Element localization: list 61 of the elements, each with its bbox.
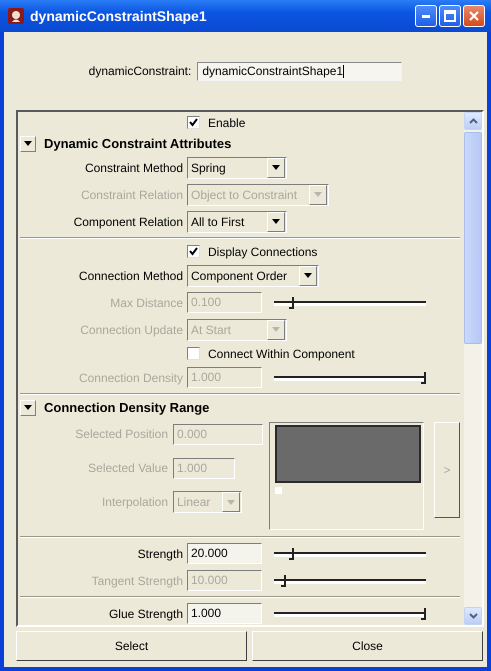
slider[interactable] bbox=[274, 546, 426, 560]
checkbox-label: Connect Within Component bbox=[208, 346, 355, 360]
caret-down-icon bbox=[272, 327, 280, 332]
field-label: Component Relation bbox=[72, 214, 183, 228]
field-label: Connection Method bbox=[78, 268, 183, 282]
checkbox[interactable] bbox=[187, 116, 200, 129]
slider-thumb[interactable] bbox=[288, 548, 294, 560]
caret-down-icon bbox=[24, 140, 32, 146]
close-icon bbox=[468, 10, 480, 22]
number-field[interactable]: 20.000 bbox=[187, 543, 262, 564]
minimize-button[interactable] bbox=[415, 5, 437, 27]
minimize-icon bbox=[422, 14, 430, 18]
slider[interactable] bbox=[274, 370, 426, 384]
select-button[interactable]: Select bbox=[16, 631, 247, 661]
maximize-button[interactable] bbox=[439, 5, 461, 27]
collapse-toggle[interactable] bbox=[20, 136, 36, 152]
ramp-editor[interactable] bbox=[269, 422, 424, 530]
expand-ramp-button[interactable]: > bbox=[434, 422, 460, 518]
field-label: Interpolation bbox=[100, 495, 168, 509]
section-title: Connection Density Range bbox=[44, 400, 210, 415]
caret-down-icon bbox=[304, 273, 312, 278]
close-button[interactable] bbox=[463, 5, 485, 27]
checkbox[interactable] bbox=[187, 347, 200, 360]
caret-down-icon bbox=[272, 219, 280, 224]
section-title: Dynamic Constraint Attributes bbox=[44, 136, 232, 151]
name-field[interactable]: dynamicConstraintShape1 bbox=[197, 62, 402, 80]
checkbox[interactable] bbox=[187, 245, 200, 258]
caret-down-icon bbox=[24, 404, 32, 410]
field-label: Strength bbox=[136, 546, 183, 560]
field-label: Constraint Method bbox=[84, 160, 183, 174]
app-icon bbox=[8, 8, 24, 24]
field-label: Tangent Strength bbox=[90, 574, 183, 588]
scroll-up-icon bbox=[468, 118, 478, 124]
window-title: dynamicConstraintShape1 bbox=[30, 8, 208, 24]
slider[interactable] bbox=[274, 574, 426, 588]
dropdown[interactable]: Component Order bbox=[187, 264, 320, 286]
dropdown[interactable]: All to First bbox=[187, 210, 287, 232]
field-label: Constraint Relation bbox=[80, 188, 183, 202]
ramp-handle[interactable] bbox=[275, 487, 282, 494]
field-label: Connection Density bbox=[78, 370, 183, 384]
slider[interactable] bbox=[274, 296, 426, 310]
checkbox-label: Enable bbox=[208, 116, 246, 130]
dropdown[interactable]: Spring bbox=[187, 156, 287, 178]
slider-thumb[interactable] bbox=[421, 608, 426, 620]
number-field[interactable]: 1.000 bbox=[187, 603, 262, 624]
scrollbar[interactable] bbox=[464, 112, 482, 625]
field-label: Connection Update bbox=[79, 322, 183, 336]
close-dialog-button[interactable]: Close bbox=[252, 631, 483, 661]
field-label: Selected Value bbox=[87, 461, 168, 475]
caret-down-icon bbox=[227, 500, 236, 504]
field-label: Max Distance bbox=[109, 296, 183, 310]
checkbox-label: Display Connections bbox=[208, 244, 318, 258]
maximize-icon bbox=[444, 10, 456, 22]
slider[interactable] bbox=[274, 606, 426, 620]
field-label: dynamicConstraint: bbox=[88, 64, 192, 78]
collapse-toggle[interactable] bbox=[20, 400, 36, 416]
caret-down-icon bbox=[314, 192, 322, 197]
scroll-down-icon bbox=[468, 613, 478, 619]
field-label: Selected Position bbox=[74, 427, 168, 441]
field-label: Glue Strength bbox=[108, 606, 183, 620]
caret-down-icon bbox=[272, 165, 280, 170]
